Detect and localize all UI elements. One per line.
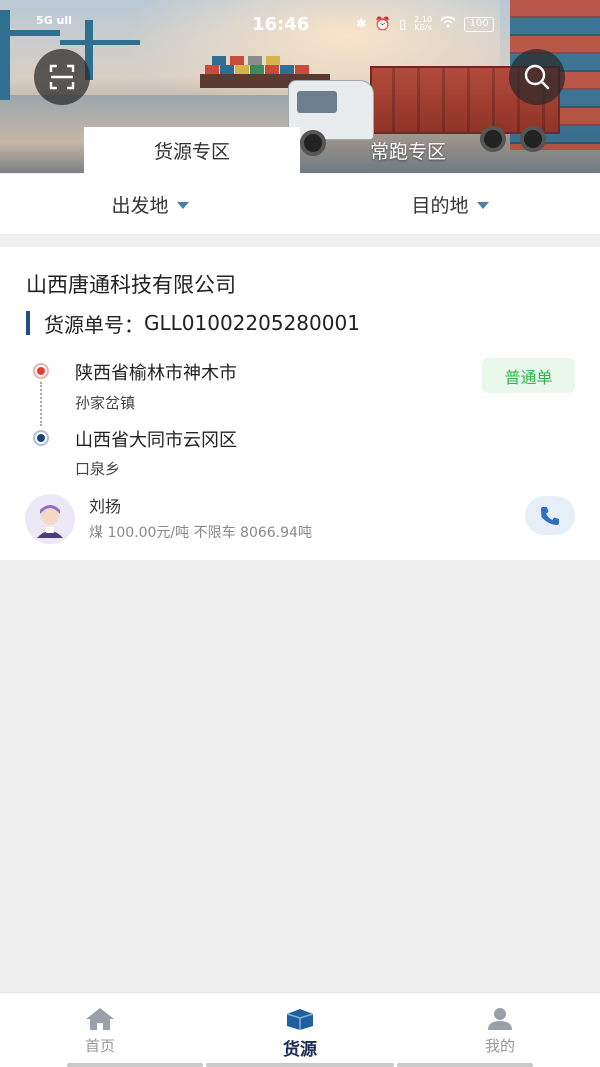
nav-home[interactable]: 首页 [0,993,200,1067]
net-speed-unit: KB/s [414,23,432,32]
filter-row: 出发地 目的地 [0,174,600,234]
battery-icon: 100 [464,16,495,32]
destination-filter-label: 目的地 [411,194,469,217]
gesture-bar [397,1063,533,1067]
clock: 16:46 [252,14,310,35]
tab-cargo-zone[interactable]: 货源专区 [84,127,300,174]
user-icon [488,1008,512,1030]
origin-filter[interactable]: 出发地 [0,174,300,234]
order-type-badge: 普通单 [482,358,575,393]
order-number-value: GLL01002205280001 [144,311,360,335]
tab-regular-route-zone[interactable]: 常跑专区 [300,127,516,174]
status-bar: 5G ull 16:46 ✱ ⏰ ▯ 2.10 KB/s 100 [0,0,600,40]
destination-filter[interactable]: 目的地 [300,174,600,234]
origin-filter-label: 出发地 [111,194,169,217]
gesture-bar [206,1063,394,1067]
cargo-card[interactable]: 山西唐通科技有限公司 货源单号： GLL01002205280001 陕西省榆林… [0,247,600,560]
origin-sub-address: 孙家岔镇 [75,394,136,412]
nav-cargo[interactable]: 货源 [200,993,400,1067]
zone-tabs: 货源专区 常跑专区 [0,127,600,174]
contact-name: 刘扬 [89,497,122,516]
cargo-info: 煤 100.00元/吨 不限车 8066.94吨 [89,525,312,541]
scan-button[interactable] [34,49,90,105]
status-icons: ✱ ⏰ ▯ 2.10 KB/s 100 [356,16,495,32]
call-button[interactable] [525,496,575,535]
accent-bar [26,311,30,335]
gesture-bar [67,1063,203,1067]
nav-mine[interactable]: 我的 [400,993,600,1067]
net-speed: 2.10 KB/s [414,16,432,32]
phone-icon [541,506,559,525]
avatar [25,494,75,544]
order-number-label: 货源单号： [44,312,144,337]
nav-mine-label: 我的 [484,1037,515,1055]
crane-arm-mid [60,40,140,45]
route-line [40,382,42,426]
scan-icon [49,64,75,90]
home-icon [86,1008,114,1030]
nav-home-label: 首页 [84,1037,115,1055]
carrier-signal: 5G ull [36,14,72,27]
caret-down-icon [476,201,489,209]
bluetooth-icon: ✱ [356,16,367,32]
search-icon [524,64,550,90]
driver-avatar-icon [37,505,63,538]
alarm-icon: ⏰ [374,16,392,32]
bottom-nav: 首页 货源 我的 [0,992,600,1067]
nav-cargo-label: 货源 [283,1040,317,1060]
destination-address: 山西省大同市云冈区 [75,430,237,451]
origin-dot-icon [33,363,49,379]
origin-address: 陕西省榆林市神木市 [75,363,237,384]
vibrate-icon: ▯ [399,16,407,32]
destination-sub-address: 口泉乡 [75,460,121,478]
search-button[interactable] [509,49,565,105]
order-number-row: 货源单号： GLL01002205280001 [26,310,360,337]
destination-dot-icon [33,430,49,446]
wifi-icon [440,16,456,32]
cargo-box-icon [286,1009,314,1030]
company-name: 山西唐通科技有限公司 [26,273,236,297]
caret-down-icon [176,201,189,209]
